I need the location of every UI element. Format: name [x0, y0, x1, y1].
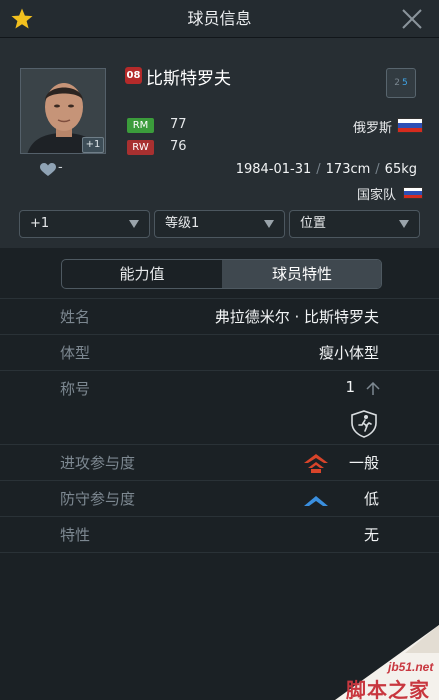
divider [0, 516, 439, 517]
position-tag-primary: RM [127, 118, 154, 133]
divider [0, 334, 439, 335]
player-bio: 1984-01-31/173cm/65kg [235, 162, 417, 177]
attack-participation-label: 进攻参与度 [60, 454, 136, 472]
divider [0, 480, 439, 481]
watermark-name: 脚本之家 [346, 678, 430, 700]
close-icon[interactable] [401, 8, 423, 30]
boot-right-value: 5 [402, 78, 408, 88]
grade-value: 等级1 [165, 216, 200, 231]
tab-ability[interactable]: 能力值 [62, 260, 222, 288]
attack-level-icon [304, 454, 328, 473]
page-title: 球员信息 [187, 9, 252, 28]
position-tag-secondary: RW [127, 140, 154, 155]
divider [0, 298, 439, 299]
position-value: 位置 [300, 216, 327, 231]
divider [0, 552, 439, 553]
body-type-label: 体型 [60, 344, 91, 362]
country-name: 俄罗斯 [352, 121, 392, 136]
position-rating-secondary: 76 [170, 139, 187, 154]
boot-left-value: 2 [394, 78, 400, 88]
header-bar: 球员信息 [0, 0, 439, 38]
body-type-value: 瘦小体型 [318, 344, 379, 362]
like-count: - [58, 160, 63, 175]
national-team-flag-icon [403, 187, 423, 199]
player-name: 比斯特罗夫 [146, 69, 231, 89]
heart-icon[interactable] [40, 163, 56, 177]
attack-participation-value: 一般 [348, 454, 379, 472]
watermark-site: jb51.net [388, 660, 434, 674]
tab-player-traits[interactable]: 球员特性 [222, 260, 381, 288]
name-label: 姓名 [60, 308, 91, 326]
trait-label: 特性 [60, 526, 91, 544]
russia-flag-icon [397, 118, 423, 133]
national-team-label: 国家队 [356, 188, 396, 203]
title-value: 1 [345, 378, 355, 396]
chevron-down-icon [129, 220, 139, 228]
arrow-up-icon [366, 382, 380, 395]
tab-bar: 能力值 球员特性 [61, 259, 382, 289]
player-height: 173cm [325, 162, 371, 177]
avatar-plus-badge: +1 [82, 137, 104, 153]
chevron-down-icon [399, 220, 409, 228]
position-dropdown[interactable]: 位置 [289, 210, 420, 238]
name-value: 弗拉德米尔 · 比斯特罗夫 [214, 308, 379, 326]
player-number-badge: 08 [125, 67, 142, 84]
boots-icon: 25 [386, 68, 416, 98]
runner-shield-icon [351, 410, 377, 438]
defense-level-icon [304, 496, 328, 506]
defense-participation-label: 防守参与度 [60, 490, 136, 508]
grade-dropdown[interactable]: 等级1 [154, 210, 285, 238]
chevron-down-icon [264, 220, 274, 228]
trait-value: 无 [363, 526, 379, 544]
player-weight: 65kg [384, 162, 417, 177]
level-plus-value: +1 [30, 216, 50, 231]
birth-date: 1984-01-31 [235, 162, 312, 177]
defense-participation-value: 低 [363, 490, 379, 508]
level-plus-dropdown[interactable]: +1 [19, 210, 150, 238]
divider [0, 370, 439, 371]
divider [0, 444, 439, 445]
title-label: 称号 [60, 380, 91, 398]
position-rating-primary: 77 [170, 117, 187, 132]
